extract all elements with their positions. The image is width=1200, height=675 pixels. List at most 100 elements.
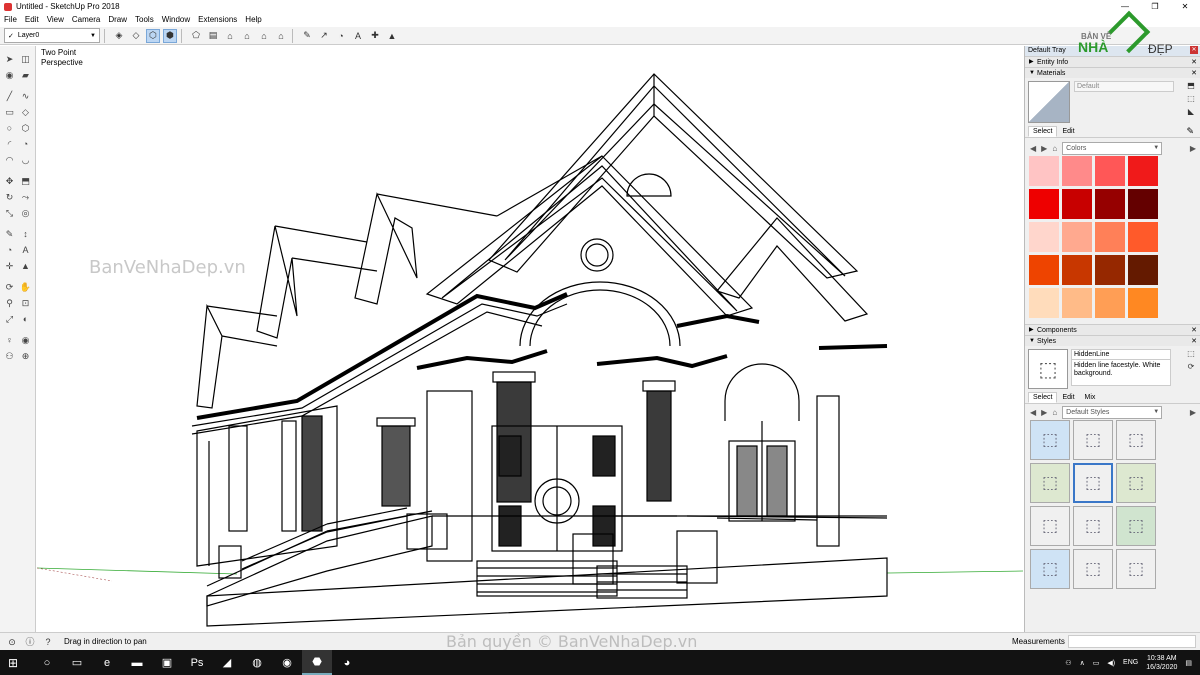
tab-select[interactable]: Select [1028,126,1058,137]
close-icon[interactable]: ✕ [1191,57,1197,67]
look-around-icon[interactable]: ◉ [19,334,32,347]
material-swatch[interactable] [1095,222,1125,252]
menu-help[interactable]: Help [245,15,261,24]
protractor-icon[interactable]: ◔ [3,244,16,257]
style-thumbnail[interactable]: ⬚ [1073,549,1113,589]
display-secondary-icon[interactable]: ⬒ [1186,81,1196,91]
position-camera-icon[interactable]: ♀ [3,334,16,347]
material-swatch[interactable] [1128,156,1158,186]
forward-arrow-icon[interactable]: ▶ [1041,408,1047,417]
style-thumbnail[interactable]: ⬚ [1116,420,1156,460]
style-thumbnail[interactable]: ⬚ [1116,506,1156,546]
material-collection-select[interactable]: Colors ▼ [1062,141,1163,155]
zoom-extents-icon[interactable]: ⤢ [3,313,16,326]
close-icon[interactable]: ✕ [1191,336,1197,346]
tab-edit[interactable]: Edit [1057,126,1079,137]
file-explorer-icon[interactable]: ▬ [122,650,152,675]
material-swatch[interactable] [1062,222,1092,252]
style-name-field[interactable]: HiddenLine [1071,349,1171,360]
text-icon[interactable]: A [351,29,365,43]
people-icon[interactable]: ⚇ [1065,659,1071,667]
material-swatch[interactable] [1029,222,1059,252]
top-view-icon[interactable]: ▤ [206,29,220,43]
chrome-icon[interactable]: ◉ [272,650,302,675]
geolocation-icon[interactable]: ⊙ [6,636,18,648]
photoshop-icon[interactable]: Ps [182,650,212,675]
components-header[interactable]: ▶ Components ✕ [1025,324,1200,335]
iso-view-icon[interactable]: ⬠ [189,29,203,43]
create-style-icon[interactable]: ⬚ [1186,349,1196,359]
close-icon[interactable]: ✕ [1190,46,1198,54]
tape-measure-icon[interactable]: ✎ [300,29,314,43]
style-thumbnail-selected[interactable]: ⬚ [1073,463,1113,503]
search-icon[interactable]: ○ [32,650,62,675]
menu-window[interactable]: Window [162,15,190,24]
rectangle-icon[interactable]: ▭ [3,106,16,119]
wireframe-icon[interactable]: ⬡ [146,28,160,43]
style-thumbnail[interactable]: ⬚ [1030,549,1070,589]
windows-start-icon[interactable]: ⊞ [8,656,22,670]
sample-paint-icon[interactable]: ✎ [1186,126,1194,137]
show-hidden-icons[interactable]: ∧ [1080,659,1085,667]
default-material-icon[interactable]: ◣ [1186,107,1196,117]
edge-browser-icon[interactable]: e [92,650,122,675]
model-viewport[interactable]: Two Point Perspective BanVeNhaDep.vn [37,46,1023,632]
sketchup-taskbar-icon[interactable]: ⬣ [302,650,332,675]
right-view-icon[interactable]: ⌂ [240,29,254,43]
follow-me-icon[interactable]: ⤳ [19,191,32,204]
pie-icon[interactable]: ◔ [19,138,32,151]
details-arrow-icon[interactable]: ▶ [1190,144,1196,153]
forward-arrow-icon[interactable]: ▶ [1041,144,1047,153]
material-swatch[interactable] [1029,255,1059,285]
help-icon[interactable]: ? [42,636,54,648]
maximize-button[interactable]: ❐ [1140,0,1170,13]
home-icon[interactable]: ⌂ [1052,144,1057,153]
menu-file[interactable]: File [4,15,17,24]
volume-icon[interactable]: ◀) [1107,659,1115,667]
dimension-icon[interactable]: ↗ [317,29,331,43]
menu-view[interactable]: View [47,15,64,24]
orbit-icon[interactable]: ⟳ [3,281,16,294]
polygon-icon[interactable]: ⬡ [19,122,32,135]
rotate-icon[interactable]: ↻ [3,191,16,204]
dimension-icon[interactable]: ↕ [19,228,32,241]
back-arrow-icon[interactable]: ◀ [1030,408,1036,417]
network-icon[interactable]: ▭ [1093,659,1100,667]
walk-icon[interactable]: ⚇ [3,350,16,363]
push-pull-icon[interactable]: ⬒ [19,175,32,188]
hidden-line-icon[interactable]: ⬢ [163,28,177,43]
tab-mix[interactable]: Mix [1080,392,1101,403]
material-swatch[interactable] [1062,156,1092,186]
axes-icon[interactable]: ✚ [368,29,382,43]
language-indicator[interactable]: ENG [1123,659,1138,666]
3d-text-icon[interactable]: ▲ [19,260,32,273]
close-icon[interactable]: ✕ [1191,68,1197,78]
clock[interactable]: 10:38 AM 16/3/2020 [1146,654,1177,672]
freehand-icon[interactable]: ∿ [19,90,32,103]
text-icon[interactable]: A [19,244,32,257]
material-swatch[interactable] [1062,255,1092,285]
style-thumbnail[interactable]: ⬚ [1030,463,1070,503]
x-ray-icon[interactable]: ◈ [112,29,126,43]
measurements-input[interactable] [1068,635,1196,648]
tab-edit[interactable]: Edit [1057,392,1079,403]
materials-header[interactable]: ▼ Materials ✕ [1025,67,1200,78]
styles-header[interactable]: ▼ Styles ✕ [1025,335,1200,346]
line-icon[interactable]: ╱ [3,90,16,103]
menu-tools[interactable]: Tools [135,15,154,24]
material-swatch[interactable] [1095,288,1125,318]
tape-measure-icon[interactable]: ✎ [3,228,16,241]
maps-app-icon[interactable]: ◢ [212,650,242,675]
paint-bucket-icon[interactable]: ◉ [3,69,16,82]
previous-view-icon[interactable]: ◐ [19,313,32,326]
material-swatch[interactable] [1029,288,1059,318]
home-icon[interactable]: ⌂ [1052,408,1057,417]
front-view-icon[interactable]: ⌂ [223,29,237,43]
circle-icon[interactable]: ○ [3,122,16,135]
menu-camera[interactable]: Camera [72,15,100,24]
three-point-arc-icon[interactable]: ◡ [19,154,32,167]
store-icon[interactable]: ▣ [152,650,182,675]
credits-icon[interactable]: ⓘ [24,636,36,648]
menu-edit[interactable]: Edit [25,15,39,24]
close-button[interactable]: ✕ [1170,0,1200,13]
